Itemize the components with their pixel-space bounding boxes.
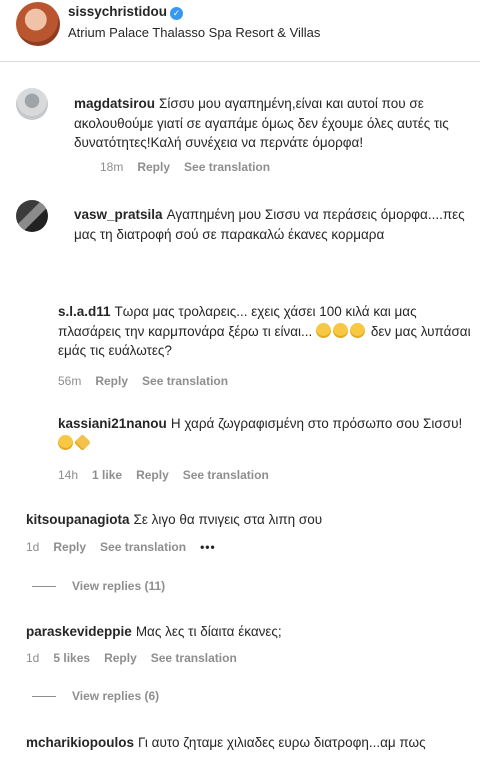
comment-body: Γι αυτο ζηταμε χιλιαδες ευρω διατροφη...… (138, 735, 426, 750)
comment-time: 56m (58, 374, 82, 388)
author-avatar[interactable] (16, 2, 60, 46)
header-divider (0, 61, 480, 62)
commenter-username[interactable]: vasw_pratsila (74, 207, 163, 222)
grinning-sweat-emoji-icon (333, 322, 349, 338)
commenter-avatar[interactable] (16, 200, 48, 232)
like-count[interactable]: 1 like (92, 468, 122, 482)
comment-text: s.l.a.d11 Τωρα μας τρολαρεις... εχεις χάσ… (58, 302, 472, 361)
grinning-sweat-emoji-icon (316, 322, 332, 338)
more-options-icon[interactable]: ••• (200, 540, 216, 554)
see-translation-button[interactable]: See translation (184, 160, 270, 174)
view-replies-line (32, 586, 56, 588)
comment-text: paraskevideppie Μας λες τι δίαιτα έκανες; (26, 622, 472, 642)
comment-body: Μας λες τι δίαιτα έκανες; (135, 624, 282, 639)
commenter-username[interactable]: kitsoupanagiota (26, 512, 130, 527)
commenter-username[interactable]: paraskevideppie (26, 624, 132, 639)
verified-badge-icon: ✓ (170, 7, 184, 20)
reply-button[interactable]: Reply (95, 374, 128, 388)
comment-text: mcharikiopoulos Γι αυτο ζηταμε χιλιαδες ε… (26, 733, 466, 753)
grinning-sweat-emoji-icon (350, 322, 366, 338)
comment-body: Η χαρά ζωγραφισμένη στο πρόσωπο σου Σισσ… (170, 416, 463, 431)
view-replies-label[interactable]: View replies (11) (72, 579, 165, 593)
commenter-avatar[interactable] (16, 88, 48, 120)
comment-time: 1d (26, 651, 40, 665)
view-replies-button[interactable]: View replies (11) (32, 579, 165, 593)
see-translation-button[interactable]: See translation (100, 540, 186, 554)
comment-text: kassiani21nanou Η χαρά ζωγραφισμένη στο π… (58, 414, 472, 453)
comment-meta: 18m Reply See translation (100, 160, 284, 174)
comment-meta: 14h 1 like Reply See translation (58, 468, 283, 482)
comment-meta: 1d 5 likes Reply See translation (26, 651, 251, 665)
reply-button[interactable]: Reply (53, 540, 86, 554)
comment-time: 1d (26, 540, 40, 554)
view-replies-line (32, 696, 56, 698)
hugging-face-emoji-icon (58, 434, 73, 450)
see-translation-button[interactable]: See translation (183, 468, 269, 482)
comment-text: kitsoupanagiota Σε λιγο θα πνιγεις στα λι… (26, 510, 472, 530)
commenter-username[interactable]: magdatsirou (74, 96, 155, 111)
reply-button[interactable]: Reply (137, 160, 170, 174)
comment-time: 14h (58, 468, 79, 482)
comment-time: 18m (100, 160, 124, 174)
comment-body: Σε λιγο θα πνιγεις στα λιπη σου (133, 512, 323, 527)
post-location[interactable]: Atrium Palace Thalasso Spa Resort & Vill… (68, 25, 320, 40)
comment-text: magdatsirou Σίσσυ μου αγαπημένη,είναι και… (74, 94, 476, 153)
see-translation-button[interactable]: See translation (151, 651, 237, 665)
commenter-username[interactable]: mcharikiopoulos (26, 735, 134, 750)
like-count[interactable]: 5 likes (53, 651, 90, 665)
reply-button[interactable]: Reply (136, 468, 169, 482)
post-header: sissychristidou ✓ Atrium Palace Thalasso … (0, 0, 480, 62)
comment-meta: 56m Reply See translation (58, 374, 242, 388)
comment-text: vasw_pratsila Αγαπημένη μου Σισσυ να περά… (74, 205, 474, 244)
commenter-username[interactable]: s.l.a.d11 (58, 304, 111, 319)
sparkles-emoji-icon (74, 433, 91, 451)
view-replies-label[interactable]: View replies (6) (72, 689, 159, 703)
author-username[interactable]: sissychristidou (68, 4, 167, 19)
see-translation-button[interactable]: See translation (142, 374, 228, 388)
reply-button[interactable]: Reply (104, 651, 137, 665)
commenter-username[interactable]: kassiani21nanou (58, 416, 167, 431)
comment-meta: 1d Reply See translation ••• (26, 540, 230, 554)
view-replies-button[interactable]: View replies (6) (32, 689, 159, 703)
